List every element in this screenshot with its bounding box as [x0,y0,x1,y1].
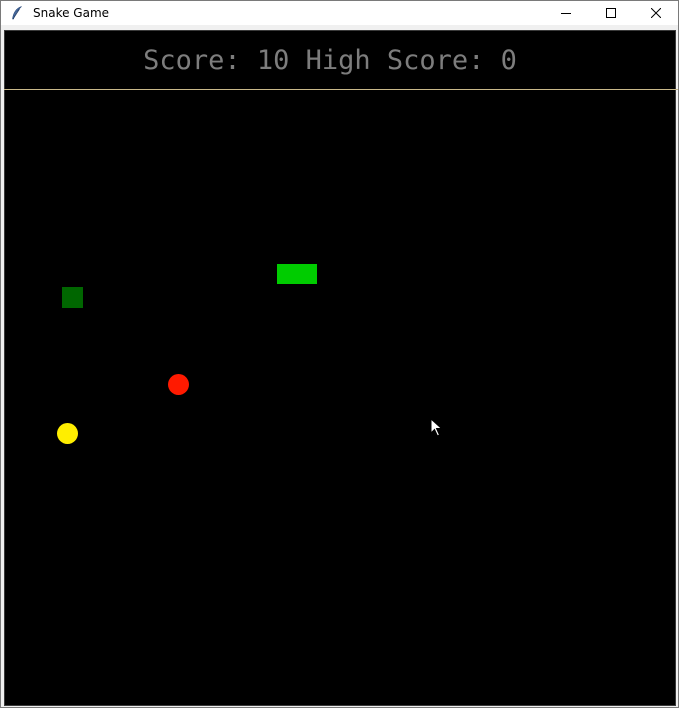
title-bar[interactable]: Snake Game [1,1,678,25]
obstacle-block [62,287,83,308]
window-controls [543,1,678,25]
close-button[interactable] [633,1,678,25]
maximize-button[interactable] [588,1,633,25]
score-divider [4,89,678,90]
window-title: Snake Game [33,6,110,20]
score-bar: Score: 10 High Score: 0 [5,31,675,90]
score-display: Score: 10 High Score: 0 [143,45,517,76]
close-icon [650,8,661,18]
minimize-button[interactable] [543,1,588,25]
feather-icon [9,5,25,21]
snake [277,264,317,284]
food-yellow [57,423,78,444]
game-window: Snake Game Score: 10 High Score: 0 [0,0,679,708]
food-red [168,374,189,395]
game-canvas[interactable]: Score: 10 High Score: 0 [4,30,676,706]
maximize-icon [605,8,616,18]
mouse-cursor-icon [430,418,443,437]
minimize-icon [560,13,571,14]
